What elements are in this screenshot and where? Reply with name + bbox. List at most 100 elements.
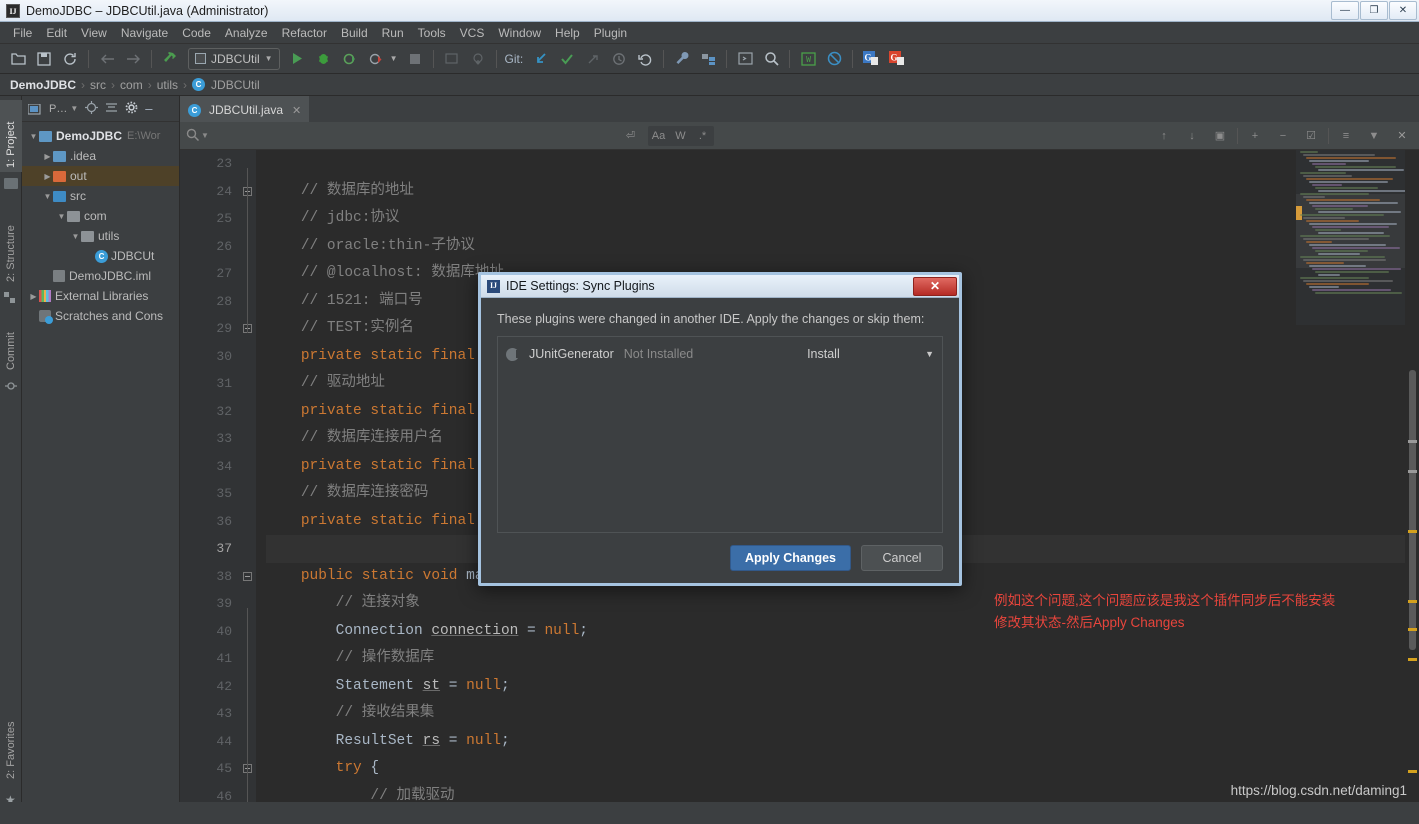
menu-item-edit[interactable]: Edit [39,24,74,42]
breadcrumb-item-project[interactable]: DemoJDBC [10,78,76,92]
code-line[interactable]: // 接收结果集 [266,700,1405,728]
menu-item-tools[interactable]: Tools [411,24,453,42]
settings-wrench-icon[interactable] [670,47,694,71]
code-line[interactable]: // jdbc:协议 [266,205,1405,233]
tree-node-demojdbc[interactable]: ▼ DemoJDBC E:\Wor [22,126,179,146]
line-number[interactable]: 36 [180,508,240,536]
filter-results-icon[interactable]: ▼ [1363,126,1385,146]
tree-expand-arrow[interactable]: ▶ [28,292,39,301]
find-previous-icon[interactable]: ↑ [1153,126,1175,146]
update-project-icon[interactable] [466,47,490,71]
apply-changes-button[interactable]: Apply Changes [730,545,851,571]
terminal-icon[interactable] [733,47,757,71]
menu-item-refactor[interactable]: Refactor [275,24,334,42]
open-project-icon[interactable] [6,47,30,71]
multiline-toggle-icon[interactable]: ⏎ [620,126,642,146]
tree-expand-arrow[interactable]: ▼ [70,232,81,241]
breadcrumb-item-src[interactable]: src [90,78,106,92]
search-everywhere-icon[interactable] [759,47,783,71]
scrollbar-thumb[interactable] [1409,370,1416,650]
sync-refresh-icon[interactable] [58,47,82,71]
tree-node-out[interactable]: ▶ out [22,166,179,186]
tree-node-src[interactable]: ▼ src [22,186,179,206]
add-selection-icon[interactable]: + [1244,126,1266,146]
project-view-selector[interactable] [27,102,42,116]
code-line[interactable]: // oracle:thin-子协议 [266,233,1405,261]
sort-results-icon[interactable]: ≡ [1335,126,1357,146]
translation-plugin-icon[interactable]: W [796,47,820,71]
cancel-button[interactable]: Cancel [861,545,943,571]
save-all-icon[interactable] [32,47,56,71]
profile-icon[interactable] [364,47,388,71]
select-all-occurrences-icon[interactable]: ▣ [1209,126,1231,146]
close-icon[interactable]: ✕ [292,104,301,117]
code-line[interactable]: // 操作数据库 [266,645,1405,673]
plugin-row[interactable]: JUnitGenerator Not Installed Install ▼ [498,341,942,367]
toggle-selection-icon[interactable]: ☑ [1300,126,1322,146]
locate-icon[interactable] [85,100,99,117]
plugin-action-dropdown[interactable]: Install ▼ [807,347,934,361]
line-number[interactable]: 30 [180,343,240,371]
line-number[interactable]: 35 [180,480,240,508]
menu-item-window[interactable]: Window [491,24,548,42]
close-find-icon[interactable]: ✕ [1391,126,1413,146]
tree-expand-arrow[interactable]: ▼ [56,212,67,221]
line-number[interactable]: 34 [180,453,240,481]
tree-expand-arrow[interactable]: ▶ [42,152,53,161]
tree-node--idea[interactable]: ▶ .idea [22,146,179,166]
tree-expand-arrow[interactable]: ▶ [42,172,53,181]
attach-debugger-icon[interactable] [440,47,464,71]
tree-node-demojdbc-iml[interactable]: DemoJDBC.iml [22,266,179,286]
build-hammer-icon[interactable] [158,47,182,71]
code-minimap[interactable] [1296,150,1405,325]
restore-button[interactable]: ❐ [1360,1,1388,20]
google-translate-icon[interactable]: G [885,47,909,71]
regex-toggle[interactable]: .* [692,126,714,146]
line-number[interactable]: 42 [180,673,240,701]
line-number[interactable]: 32 [180,398,240,426]
profile-chevron-icon[interactable]: ▼ [390,54,398,63]
line-number[interactable]: 40 [180,618,240,646]
block-icon[interactable] [822,47,846,71]
line-number[interactable]: 39 [180,590,240,618]
tree-node-external-libraries[interactable]: ▶ External Libraries [22,286,179,306]
gear-icon[interactable] [125,101,138,117]
find-next-icon[interactable]: ↓ [1181,126,1203,146]
line-number[interactable]: 33 [180,425,240,453]
line-number[interactable]: 45 [180,755,240,783]
code-line[interactable]: ResultSet rs = null; [266,728,1405,756]
tree-node-com[interactable]: ▼ com [22,206,179,226]
words-toggle[interactable]: W [670,126,692,146]
navigate-forward-icon[interactable] [121,47,145,71]
search-history-chevron-icon[interactable]: ▼ [201,131,209,140]
sidebar-item-commit[interactable]: Commit [0,312,22,374]
line-number[interactable]: 27 [180,260,240,288]
menu-item-analyze[interactable]: Analyze [218,24,275,42]
google-search-icon[interactable]: G [859,47,883,71]
editor-vertical-scrollbar[interactable] [1405,150,1419,823]
line-number[interactable]: 23 [180,150,240,178]
tree-node-scratches-and-cons[interactable]: Scratches and Cons [22,306,179,326]
run-configuration-selector[interactable]: JDBCUtil ▼ [188,47,280,70]
git-update-icon[interactable] [529,47,553,71]
sidebar-item-project[interactable]: 1: Project [0,100,22,172]
debug-button-icon[interactable] [312,47,336,71]
stop-button-icon[interactable] [403,47,427,71]
git-history-icon[interactable] [607,47,631,71]
git-rollback-icon[interactable] [633,47,657,71]
navigate-back-icon[interactable] [95,47,119,71]
git-push-icon[interactable] [581,47,605,71]
menu-item-plugin[interactable]: Plugin [587,24,634,42]
chevron-down-icon[interactable]: ▼ [70,104,78,113]
tree-expand-arrow[interactable]: ▼ [42,192,53,201]
tree-expand-arrow[interactable]: ▼ [28,132,39,141]
run-coverage-icon[interactable] [338,47,362,71]
menu-item-help[interactable]: Help [548,24,587,42]
line-number[interactable]: 25 [180,205,240,233]
chevron-down-icon[interactable]: ▼ [925,349,934,359]
menu-item-view[interactable]: View [74,24,114,42]
menu-item-run[interactable]: Run [375,24,411,42]
tree-node-utils[interactable]: ▼ utils [22,226,179,246]
tree-node-jdbcut[interactable]: C JDBCUt [22,246,179,266]
tab-jdbcutil-java[interactable]: C JDBCUtil.java ✕ [180,96,310,122]
